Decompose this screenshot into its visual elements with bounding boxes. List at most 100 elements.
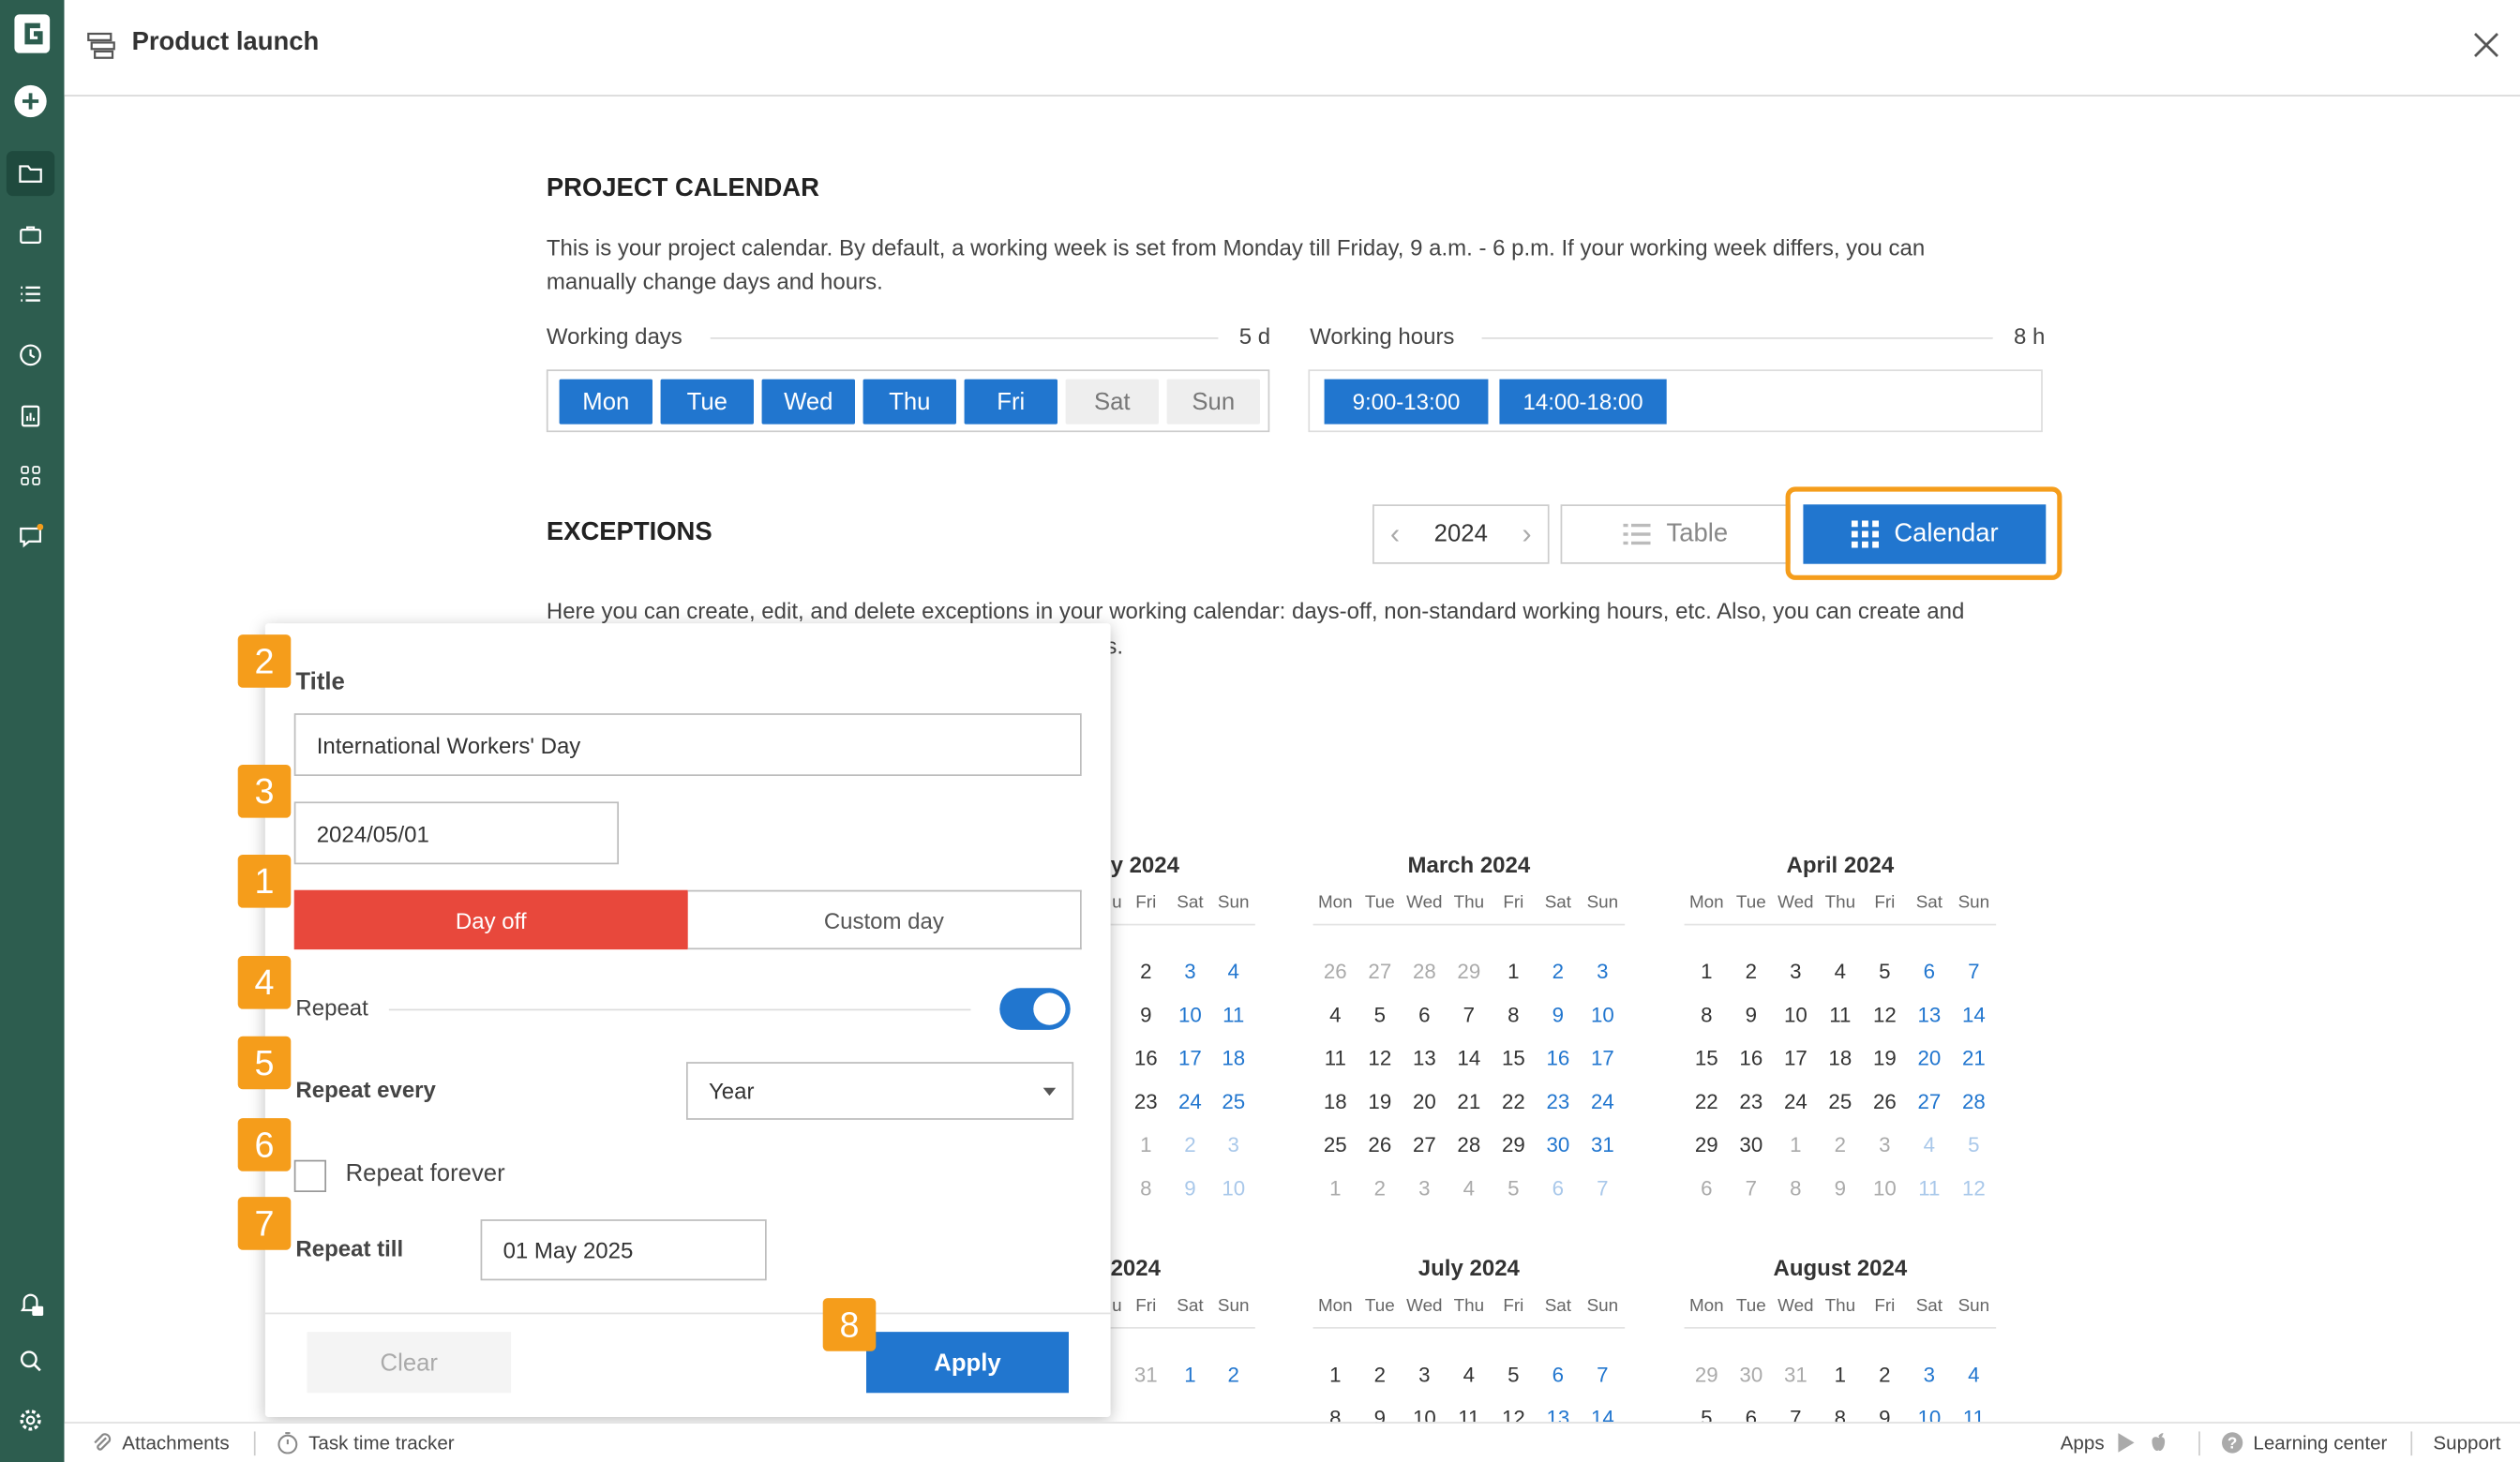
calendar-day[interactable]: 9 xyxy=(1729,992,1774,1036)
calendar-day[interactable]: 27 xyxy=(1358,949,1402,992)
calendar-day[interactable]: 23 xyxy=(1123,1080,1168,1123)
calendar-day[interactable]: 7 xyxy=(1729,1167,1774,1210)
calendar-day[interactable]: 15 xyxy=(1492,1037,1537,1080)
calendar-day[interactable]: 3 xyxy=(1907,1352,1952,1395)
calendar-day[interactable]: 18 xyxy=(1313,1080,1358,1123)
calendar-day[interactable]: 11 xyxy=(1313,1037,1358,1080)
calendar-day[interactable]: 1 xyxy=(1492,949,1537,992)
logo-icon[interactable] xyxy=(13,13,52,55)
calendar-day[interactable]: 8 xyxy=(1685,992,1729,1036)
calendar-day[interactable]: 4 xyxy=(1447,1352,1491,1395)
calendar-day[interactable]: 6 xyxy=(1536,1352,1581,1395)
calendar-day[interactable]: 30 xyxy=(1729,1123,1774,1166)
calendar-day[interactable]: 3 xyxy=(1774,949,1819,992)
calendar-day[interactable]: 31 xyxy=(1774,1352,1819,1395)
add-icon[interactable] xyxy=(13,83,49,119)
calendar-day[interactable]: 29 xyxy=(1492,1123,1537,1166)
notification-bell-icon[interactable] xyxy=(13,1285,49,1320)
calendar-view-button[interactable]: Calendar xyxy=(1803,504,2047,564)
calendar-day[interactable]: 17 xyxy=(1168,1037,1211,1080)
clear-button[interactable]: Clear xyxy=(307,1332,512,1394)
calendar-day[interactable]: 7 xyxy=(1952,949,1996,992)
calendar-day[interactable]: 21 xyxy=(1447,1080,1491,1123)
calendar-day[interactable]: 3 xyxy=(1402,1167,1448,1210)
calendar-day[interactable]: 25 xyxy=(1212,1080,1255,1123)
calendar-day[interactable]: 1 xyxy=(1168,1352,1211,1395)
repeat-forever-checkbox[interactable] xyxy=(293,1159,326,1192)
calendar-day[interactable]: 9 xyxy=(1168,1167,1211,1210)
calendar-day[interactable]: 3 xyxy=(1581,949,1625,992)
repeat-toggle[interactable] xyxy=(999,988,1071,1030)
calendar-day[interactable]: 7 xyxy=(1581,1352,1625,1395)
list-icon[interactable] xyxy=(13,276,49,312)
calendar-day[interactable]: 4 xyxy=(1818,949,1862,992)
calendar-day[interactable]: 9 xyxy=(1123,992,1168,1036)
calendar-day[interactable]: 5 xyxy=(1863,949,1908,992)
report-icon[interactable] xyxy=(13,398,49,434)
calendar-day[interactable]: 26 xyxy=(1863,1080,1908,1123)
day-toggle-thu[interactable]: Thu xyxy=(862,379,956,425)
settings-gear-icon[interactable] xyxy=(13,1403,49,1439)
calendar-day[interactable]: 10 xyxy=(1581,992,1625,1036)
repeat-till-input[interactable]: 01 May 2025 xyxy=(480,1219,767,1281)
calendar-day[interactable]: 8 xyxy=(1774,1167,1819,1210)
task-time-tracker-link[interactable]: Task time tracker xyxy=(277,1431,455,1455)
clock-icon[interactable] xyxy=(13,337,49,373)
calendar-day[interactable]: 11 xyxy=(1907,1167,1952,1210)
calendar-day[interactable]: 12 xyxy=(1863,992,1908,1036)
calendar-day[interactable]: 2 xyxy=(1123,949,1168,992)
calendar-day[interactable]: 20 xyxy=(1907,1037,1952,1080)
calendar-day[interactable]: 19 xyxy=(1358,1080,1402,1123)
calendar-day[interactable]: 30 xyxy=(1729,1352,1774,1395)
title-input[interactable]: International Workers' Day xyxy=(293,713,1082,776)
calendar-day[interactable]: 14 xyxy=(1952,992,1996,1036)
chevron-right-icon[interactable]: › xyxy=(1522,517,1531,551)
calendar-day[interactable]: 23 xyxy=(1729,1080,1774,1123)
support-link[interactable]: Support xyxy=(2433,1431,2500,1454)
calendar-day[interactable]: 3 xyxy=(1863,1123,1908,1166)
calendar-day[interactable]: 2 xyxy=(1212,1352,1255,1395)
repeat-every-select[interactable]: Year xyxy=(686,1062,1074,1120)
calendar-day[interactable]: 12 xyxy=(1358,1037,1402,1080)
calendar-day[interactable]: 21 xyxy=(1952,1037,1996,1080)
calendar-day[interactable]: 18 xyxy=(1818,1037,1862,1080)
attachments-link[interactable]: Attachments xyxy=(90,1431,230,1454)
calendar-day[interactable]: 25 xyxy=(1818,1080,1862,1123)
calendar-day[interactable]: 2 xyxy=(1863,1352,1908,1395)
learning-center-link[interactable]: ? Learning center xyxy=(2221,1431,2387,1454)
calendar-day[interactable]: 19 xyxy=(1863,1037,1908,1080)
calendar-day[interactable]: 10 xyxy=(1863,1167,1908,1210)
day-toggle-wed[interactable]: Wed xyxy=(761,379,855,425)
day-toggle-sat[interactable]: Sat xyxy=(1065,379,1159,425)
calendar-day[interactable]: 2 xyxy=(1818,1123,1862,1166)
calendar-day[interactable]: 4 xyxy=(1952,1352,1996,1395)
calendar-day[interactable]: 13 xyxy=(1402,1037,1448,1080)
calendar-day[interactable]: 5 xyxy=(1492,1167,1537,1210)
calendar-day[interactable]: 11 xyxy=(1818,992,1862,1036)
day-toggle-sun[interactable]: Sun xyxy=(1166,379,1260,425)
search-icon[interactable] xyxy=(13,1343,49,1379)
calendar-day[interactable]: 20 xyxy=(1402,1080,1448,1123)
calendar-day[interactable]: 22 xyxy=(1685,1080,1729,1123)
calendar-day[interactable]: 13 xyxy=(1907,992,1952,1036)
calendar-day[interactable]: 26 xyxy=(1358,1123,1402,1166)
calendar-day[interactable]: 27 xyxy=(1402,1123,1448,1166)
calendar-day[interactable]: 5 xyxy=(1492,1352,1537,1395)
calendar-day[interactable]: 2 xyxy=(1358,1167,1402,1210)
calendar-day[interactable]: 2 xyxy=(1536,949,1581,992)
calendar-day[interactable]: 9 xyxy=(1818,1167,1862,1210)
calendar-day[interactable]: 5 xyxy=(1952,1123,1996,1166)
calendar-day[interactable]: 1 xyxy=(1123,1123,1168,1166)
calendar-day[interactable]: 7 xyxy=(1447,992,1491,1036)
calendar-day[interactable]: 10 xyxy=(1774,992,1819,1036)
calendar-day[interactable]: 12 xyxy=(1952,1167,1996,1210)
calendar-day[interactable]: 2 xyxy=(1729,949,1774,992)
chevron-left-icon[interactable]: ‹ xyxy=(1390,517,1400,551)
day-toggle-tue[interactable]: Tue xyxy=(660,379,754,425)
calendar-day[interactable]: 1 xyxy=(1313,1167,1358,1210)
briefcase-icon[interactable] xyxy=(13,216,49,252)
calendar-day[interactable]: 16 xyxy=(1123,1037,1168,1080)
calendar-day[interactable]: 31 xyxy=(1581,1123,1625,1166)
calendar-day[interactable]: 31 xyxy=(1123,1352,1168,1395)
apps-grid-icon[interactable] xyxy=(13,458,49,494)
